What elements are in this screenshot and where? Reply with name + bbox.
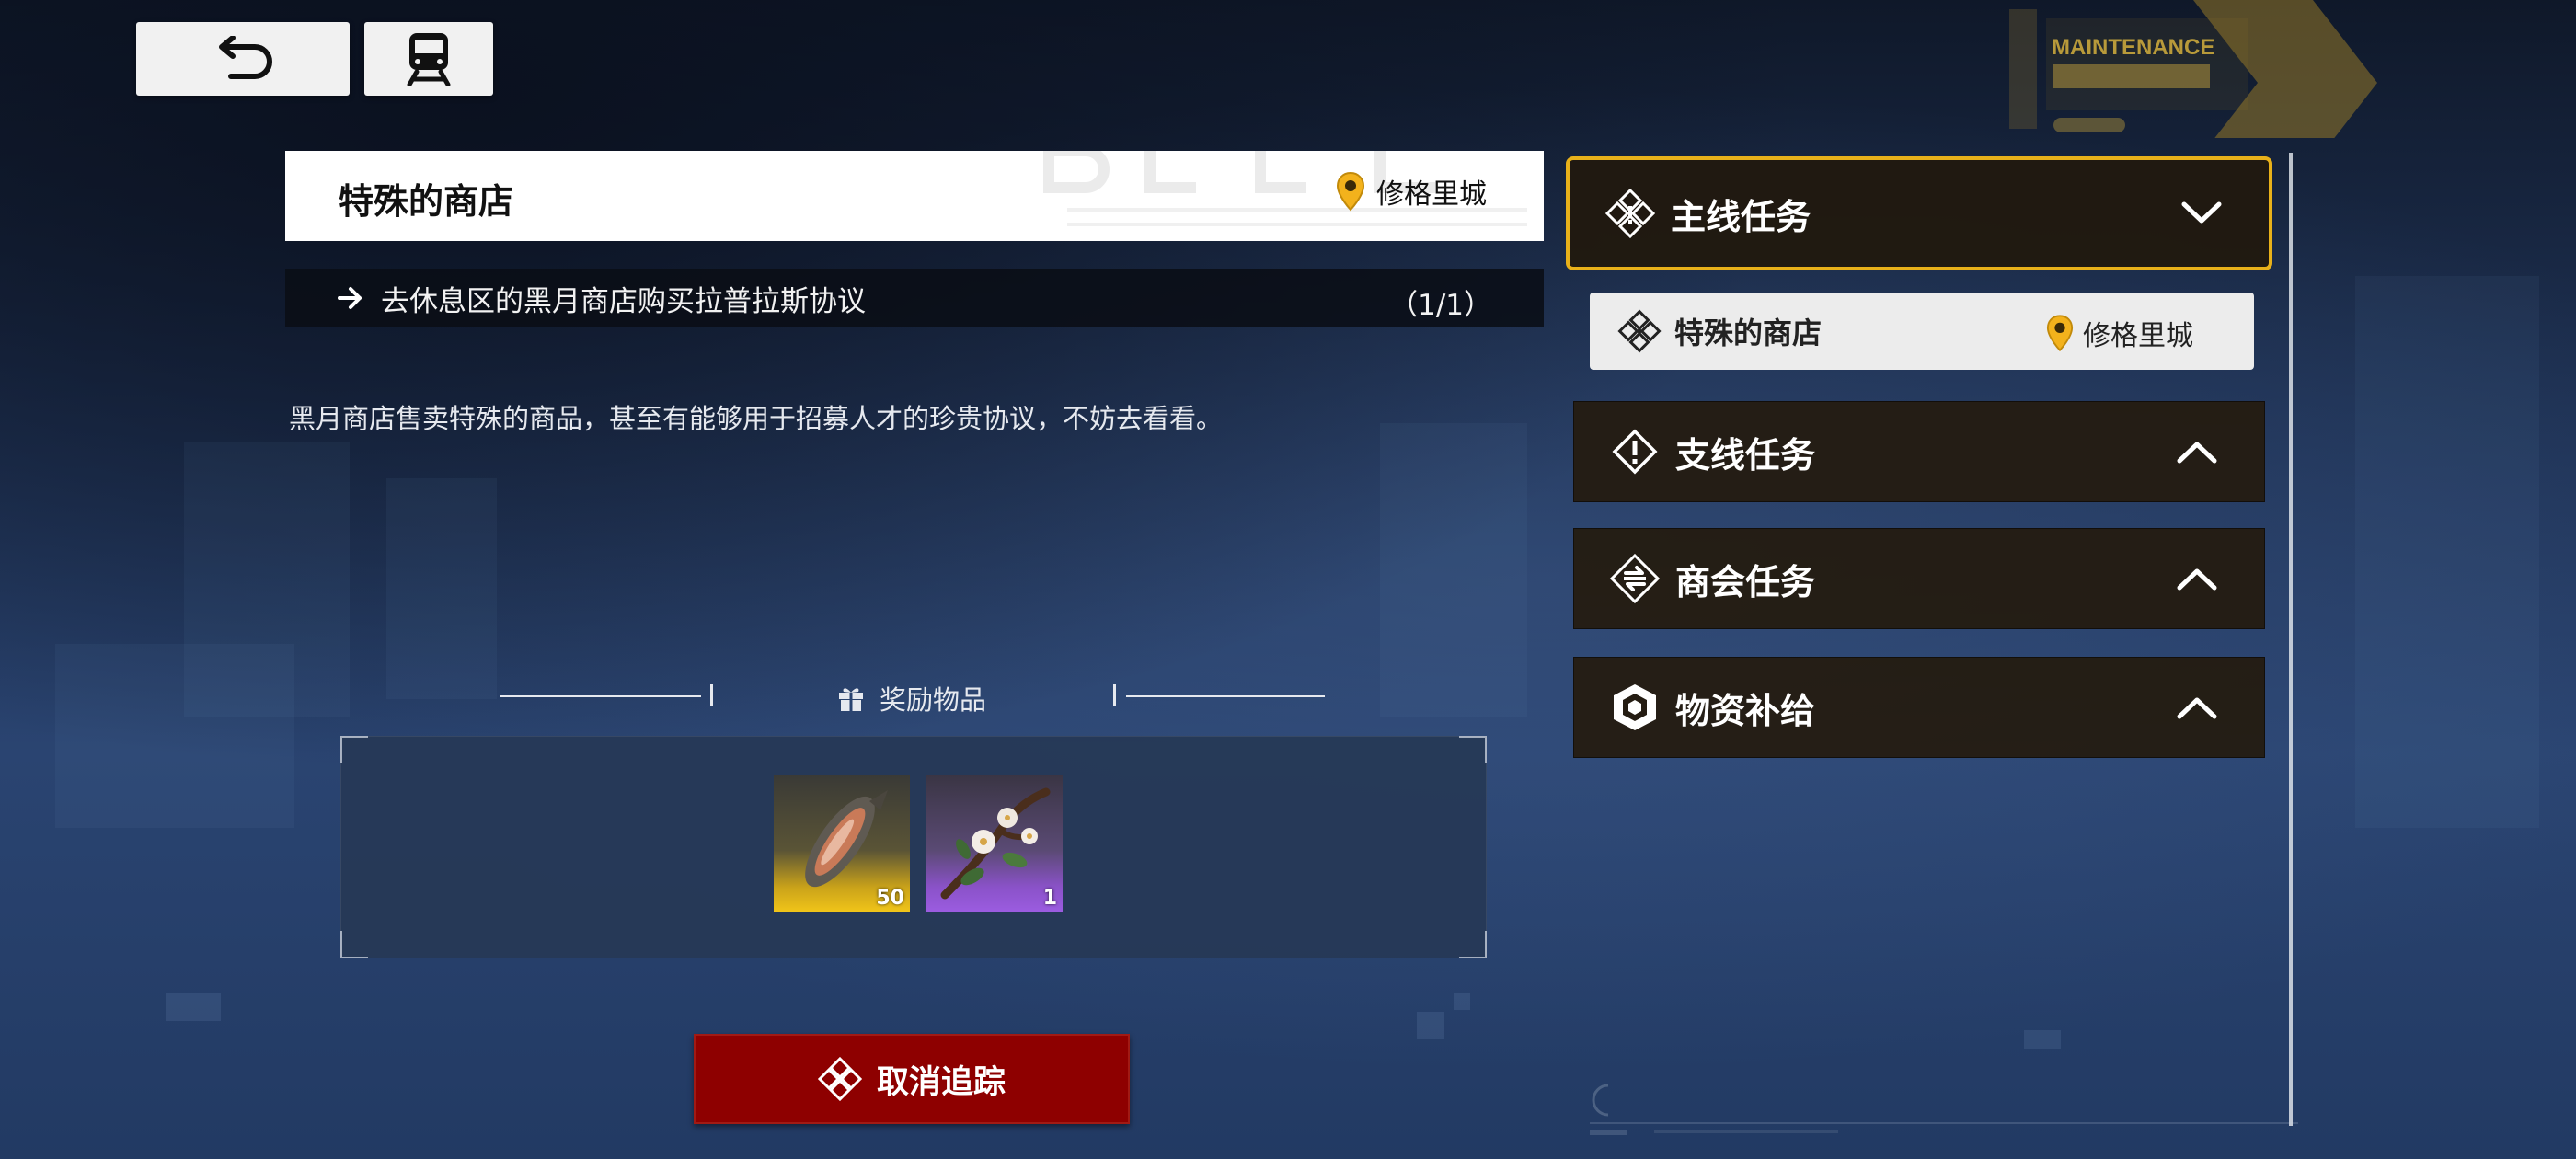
tracking-target-icon (817, 1057, 862, 1101)
back-arrow-icon (219, 36, 272, 79)
quest-location-label: 修格里城 (1376, 178, 1487, 211)
sub-quest-item[interactable]: 特殊的商店 修格里城 (1590, 293, 2254, 370)
rewards-label: 奖励物品 (880, 684, 987, 716)
category-side-quest[interactable]: 支线任务 (1573, 401, 2265, 502)
gift-icon (839, 688, 863, 711)
sub-quest-location-label: 修格里城 (2083, 320, 2193, 352)
chevron-up-icon (2176, 439, 2218, 465)
objective-bar: 去休息区的黑月商店购买拉普拉斯协议 （1/1） (285, 269, 1544, 327)
panel-corner (340, 931, 368, 958)
category-label: 物资补给 (1675, 690, 1816, 731)
back-button[interactable] (136, 22, 350, 96)
rewards-header: 奖励物品 (500, 675, 1325, 719)
rewards-panel: 50 1 (340, 736, 1487, 958)
rewards-title: 奖励物品 (837, 679, 986, 717)
main-quest-icon (1604, 188, 1656, 239)
location-pin-icon (1336, 171, 1365, 212)
panel-corner (1459, 736, 1487, 763)
divider-line (1126, 695, 1325, 697)
reward-item[interactable]: 1 (926, 775, 1063, 912)
quest-location[interactable]: 修格里城 (1336, 171, 1487, 212)
category-supply[interactable]: 物资补给 (1573, 657, 2265, 758)
category-label: 支线任务 (1675, 434, 1816, 476)
chevron-down-icon (2180, 201, 2223, 226)
maintenance-sign (2009, 0, 2377, 138)
sub-quest-label: 特殊的商店 (1674, 316, 1823, 350)
divider-tick (1113, 684, 1116, 706)
divider-tick (710, 684, 713, 706)
panel-corner (340, 736, 368, 763)
chevron-up-icon (2176, 694, 2218, 720)
category-label: 商会任务 (1675, 561, 1816, 602)
train-icon (407, 33, 451, 86)
chevron-up-icon (2176, 566, 2218, 591)
category-label: 主线任务 (1671, 196, 1811, 237)
guild-quest-icon (1609, 553, 1661, 604)
reward-count: 1 (1042, 887, 1057, 910)
objective-text: 去休息区的黑月商店购买拉普拉斯协议 (381, 284, 866, 318)
category-main-quest[interactable]: 主线任务 (1566, 156, 2272, 270)
quest-description: 黑月商店售卖特殊的商品，甚至有能够用于招募人才的珍贵协议，不妨去看看。 (289, 403, 1224, 434)
divider-line (500, 695, 701, 697)
quest-title: 特殊的商店 (339, 181, 514, 222)
side-quest-icon (1609, 426, 1661, 477)
maintenance-label: MAINTENANCE (2052, 35, 2215, 60)
quest-title-bar: 特殊的商店 修格里城 (285, 151, 1544, 241)
cancel-tracking-button[interactable]: 取消追踪 (694, 1034, 1130, 1124)
sub-quest-location: 修格里城 (2046, 313, 2193, 353)
footer-decoration (1590, 1084, 2298, 1135)
reward-count: 50 (876, 887, 904, 910)
cancel-tracking-label: 取消追踪 (876, 1063, 1006, 1101)
reward-item[interactable]: 50 (774, 775, 910, 912)
arrow-right-icon (337, 284, 364, 312)
category-guild-quest[interactable]: 商会任务 (1573, 528, 2265, 629)
train-button[interactable] (364, 22, 493, 96)
scrollbar[interactable] (2289, 153, 2293, 1126)
panel-corner (1459, 931, 1487, 958)
main-quest-icon (1617, 309, 1662, 353)
location-pin-icon (2046, 315, 2074, 352)
supply-box-icon (1609, 682, 1661, 733)
objective-progress: （1/1） (1389, 289, 1492, 322)
